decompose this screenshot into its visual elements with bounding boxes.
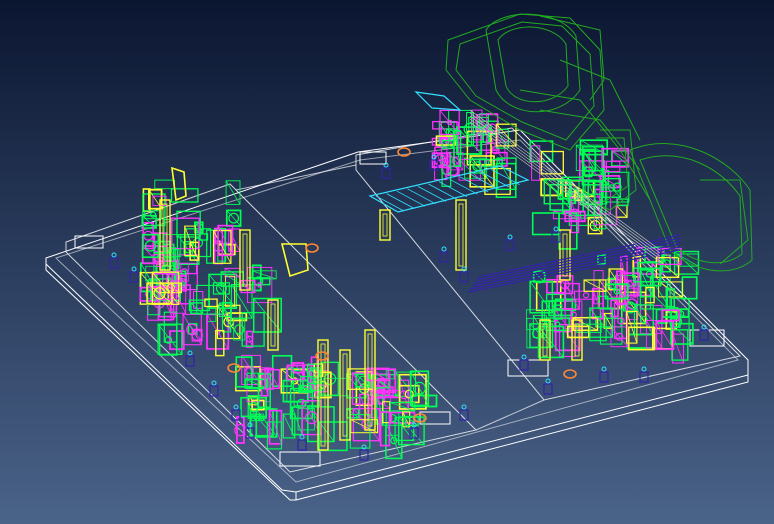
wireframe-scene[interactable] [0,0,774,524]
cad-3d-viewport[interactable] [0,0,774,524]
